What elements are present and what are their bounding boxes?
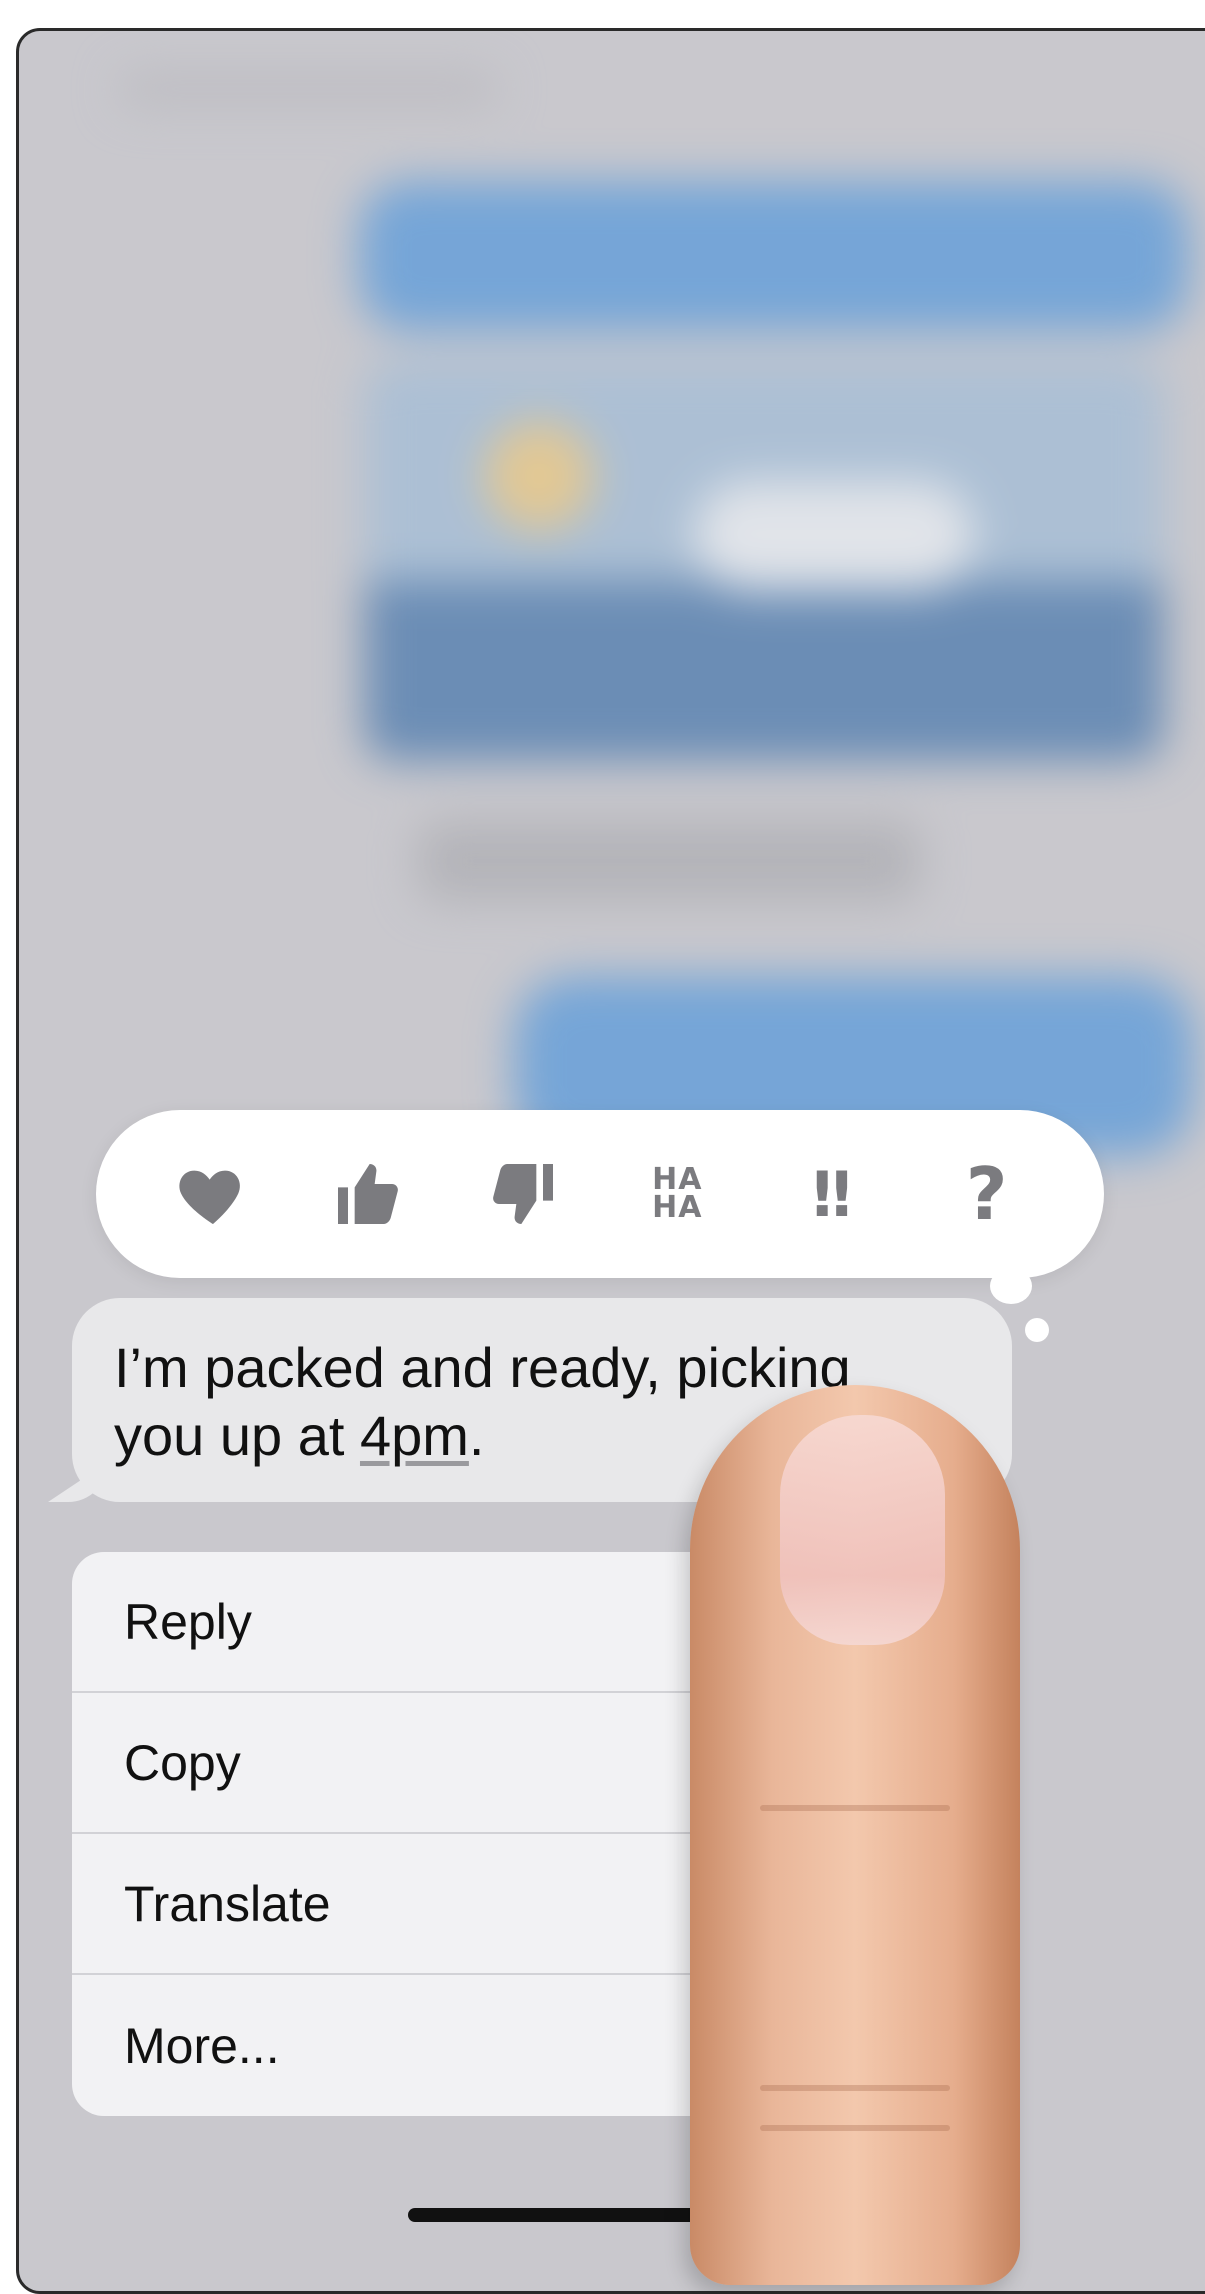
time-link[interactable]: 4pm xyxy=(360,1404,469,1467)
exclamation-icon: ‼ xyxy=(812,1157,852,1231)
heart-icon xyxy=(179,1170,241,1224)
emphasize-reaction-button[interactable]: ‼ xyxy=(784,1146,880,1242)
home-indicator[interactable] xyxy=(408,2208,738,2222)
fingernail xyxy=(780,1415,945,1645)
haha-reaction-button[interactable]: HA HA xyxy=(629,1146,725,1242)
question-icon: ? xyxy=(965,1152,1008,1236)
reaction-bar-tail-dot xyxy=(1025,1318,1049,1342)
question-reaction-button[interactable]: ? xyxy=(939,1146,1035,1242)
haha-icon: HA HA xyxy=(652,1162,703,1225)
thumbs-up-icon xyxy=(337,1164,398,1224)
reaction-bar-tail xyxy=(990,1268,1032,1304)
tapback-reaction-bar: HA HA ‼ ? xyxy=(96,1110,1104,1278)
thumbs-up-reaction-button[interactable] xyxy=(320,1146,416,1242)
heart-reaction-button[interactable] xyxy=(165,1146,261,1242)
finger-illustration xyxy=(690,1385,1020,2285)
thumbs-down-icon xyxy=(492,1164,553,1224)
thumbs-down-reaction-button[interactable] xyxy=(475,1146,571,1242)
